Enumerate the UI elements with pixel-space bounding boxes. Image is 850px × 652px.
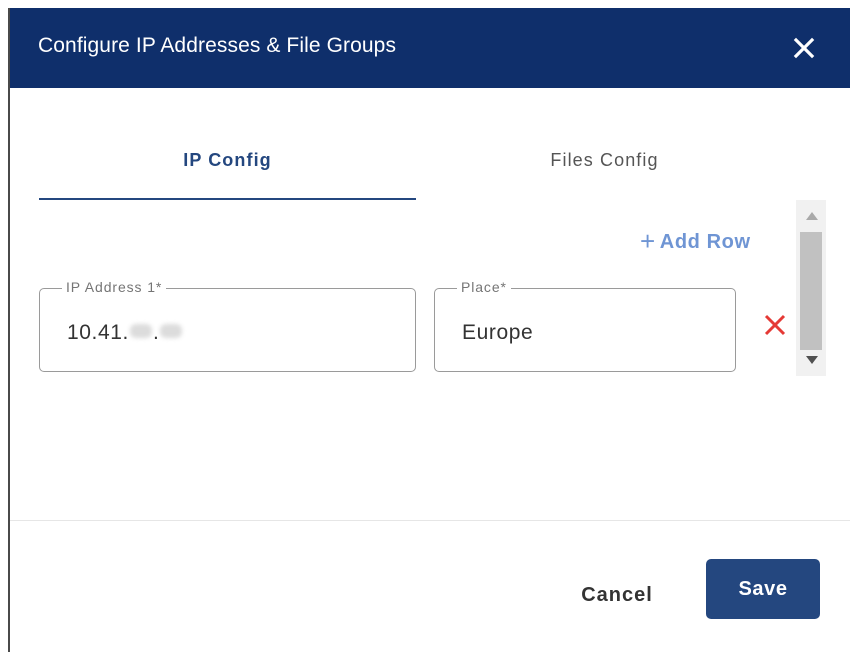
place-field[interactable]: Place* Europe (434, 279, 736, 372)
remove-row-icon[interactable] (762, 312, 788, 338)
dialog-header: Configure IP Addresses & File Groups (10, 8, 850, 88)
plus-icon: + (640, 226, 656, 256)
footer-divider (10, 520, 850, 521)
scroll-thumb[interactable] (800, 232, 822, 350)
save-button[interactable]: Save (706, 559, 820, 619)
tab-ip-config[interactable]: IP Config (39, 136, 416, 200)
place-value[interactable]: Europe (462, 321, 533, 345)
ip-address-prefix: 10.41. (67, 321, 129, 344)
scroll-down-arrow-icon[interactable] (806, 356, 818, 364)
scroll-up-arrow-icon[interactable] (806, 212, 818, 220)
page: Configure IP Addresses & File Groups IP … (0, 0, 850, 652)
ip-address-value[interactable]: 10.41.. (67, 321, 183, 345)
cancel-button[interactable]: Cancel (562, 570, 672, 620)
redacted-octet (160, 324, 183, 338)
configure-dialog: Configure IP Addresses & File Groups IP … (10, 8, 850, 652)
dialog-title: Configure IP Addresses & File Groups (38, 34, 397, 57)
ip-address-separator: . (153, 321, 160, 344)
scrollbar[interactable] (796, 200, 826, 376)
add-row-button[interactable]: + Add Row (640, 226, 751, 257)
ip-address-label: IP Address 1* (62, 279, 167, 295)
add-row-label: Add Row (659, 231, 751, 253)
close-icon[interactable] (788, 32, 820, 64)
place-label: Place* (457, 279, 511, 295)
active-tab-indicator (39, 198, 416, 200)
ip-address-field[interactable]: IP Address 1* 10.41.. (39, 279, 416, 372)
redacted-octet (130, 324, 152, 338)
tab-files-config[interactable]: Files Config (416, 136, 793, 200)
config-tabs: IP Config Files Config (39, 136, 794, 200)
